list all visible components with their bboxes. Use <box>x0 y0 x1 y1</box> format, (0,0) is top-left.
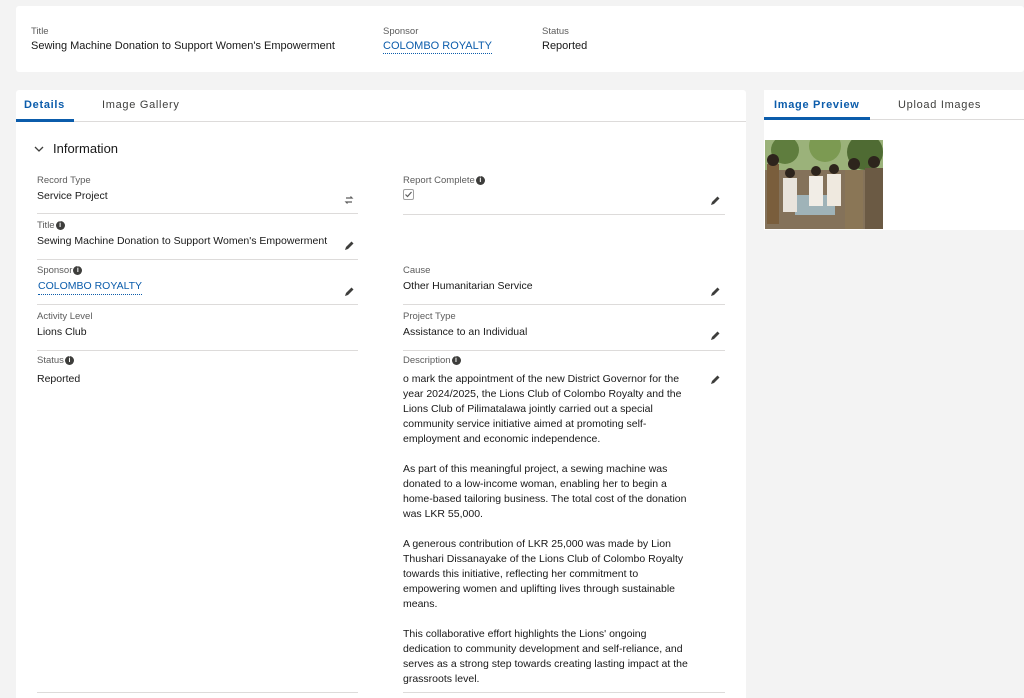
edit-title-pencil-icon[interactable] <box>343 240 355 252</box>
field-sponsor: Sponsor i COLOMBO ROYALTY <box>37 265 358 305</box>
report-complete-label: Report Complete <box>403 175 475 186</box>
field-project-type: Project Type Assistance to an Individual <box>403 311 725 351</box>
header-sponsor-field: Sponsor COLOMBO ROYALTY <box>383 26 493 54</box>
sponsor-label: Sponsor <box>37 265 73 276</box>
chevron-down-icon <box>34 144 48 156</box>
header-status-value: Reported <box>542 40 588 52</box>
description-paragraph: A generous contribution of LKR 25,000 wa… <box>403 538 684 610</box>
tab-details[interactable]: Details <box>24 99 65 111</box>
header-status-field: Status Reported <box>542 26 587 52</box>
activity-level-label: Activity Level <box>37 311 93 322</box>
field-status: Status i Reported <box>37 355 358 693</box>
field-cause: Cause Other Humanitarian Service <box>403 265 725 305</box>
tab-active-indicator <box>16 119 74 122</box>
change-record-type-icon[interactable] <box>343 194 355 206</box>
record-header: Title Sewing Machine Donation to Support… <box>16 6 1024 72</box>
description-paragraph: This collaborative effort highlights the… <box>403 628 688 685</box>
status-value: Reported <box>37 373 81 385</box>
description-value: o mark the appointment of the new Distri… <box>403 372 695 687</box>
info-icon: i <box>55 221 65 230</box>
field-activity-level: Activity Level Lions Club <box>37 311 358 351</box>
tab-upload-images[interactable]: Upload Images <box>898 99 981 111</box>
cause-value: Other Humanitarian Service <box>403 280 533 292</box>
edit-description-pencil-icon[interactable] <box>709 374 721 386</box>
project-type-value: Assistance to an Individual <box>403 326 528 338</box>
edit-report-complete-pencil-icon[interactable] <box>709 195 721 207</box>
info-icon: i <box>475 176 485 185</box>
report-complete-checkbox <box>403 189 414 200</box>
section-information-toggle[interactable]: Information <box>34 141 118 156</box>
description-paragraph: o mark the appointment of the new Distri… <box>403 373 682 445</box>
header-status-label: Status <box>542 26 569 37</box>
header-sponsor-label: Sponsor <box>383 26 419 37</box>
tab-image-gallery[interactable]: Image Gallery <box>102 99 180 111</box>
header-sponsor-link[interactable]: COLOMBO ROYALTY <box>383 40 493 54</box>
project-type-label: Project Type <box>403 311 456 322</box>
details-tabs: Details Image Gallery <box>16 90 746 122</box>
image-tabs: Image Preview Upload Images <box>764 90 1024 120</box>
info-icon: i <box>73 266 83 275</box>
info-icon: i <box>64 356 74 365</box>
activity-level-value: Lions Club <box>37 326 87 338</box>
section-information-title: Information <box>53 141 119 156</box>
field-title: Title i Sewing Machine Donation to Suppor… <box>37 220 358 260</box>
header-title-field: Title Sewing Machine Donation to Support… <box>31 26 335 52</box>
info-icon: i <box>451 356 461 365</box>
field-description: Description i o mark the appointment of t… <box>403 355 725 693</box>
tab-image-preview[interactable]: Image Preview <box>774 99 860 111</box>
title-value: Sewing Machine Donation to Support Women… <box>37 235 328 247</box>
record-type-value: Service Project <box>37 190 108 202</box>
edit-cause-pencil-icon[interactable] <box>709 286 721 298</box>
tab-active-indicator <box>764 117 870 120</box>
header-title-label: Title <box>31 26 49 37</box>
title-label: Title <box>37 220 55 231</box>
preview-image[interactable] <box>765 140 883 229</box>
edit-project-type-pencil-icon[interactable] <box>709 330 721 342</box>
edit-sponsor-pencil-icon[interactable] <box>343 286 355 298</box>
sponsor-link[interactable]: COLOMBO ROYALTY <box>38 279 143 295</box>
description-label: Description <box>403 355 451 366</box>
field-record-type: Record Type Service Project <box>37 175 358 214</box>
status-label: Status <box>37 355 64 366</box>
cause-label: Cause <box>403 265 431 276</box>
header-title-value: Sewing Machine Donation to Support Women… <box>31 40 335 52</box>
field-report-complete: Report Complete i <box>403 175 725 215</box>
description-paragraph: As part of this meaningful project, a se… <box>403 463 687 520</box>
record-type-label: Record Type <box>37 175 91 186</box>
